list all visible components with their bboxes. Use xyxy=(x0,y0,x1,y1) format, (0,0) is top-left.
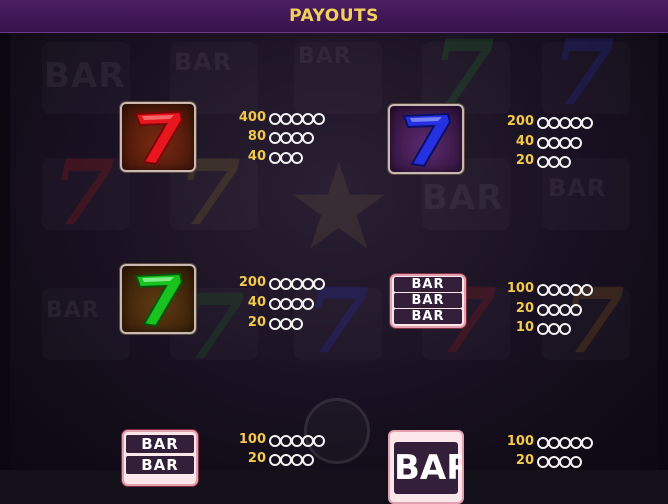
ghost-bar: BAR xyxy=(46,298,100,323)
payout-amount: 20 xyxy=(247,451,266,466)
payout-line: 400 xyxy=(236,107,325,127)
symbol-circle xyxy=(559,155,571,168)
payout-amount: 20 xyxy=(515,301,534,316)
payout-amount: 20 xyxy=(247,315,266,330)
bar-label: BAR xyxy=(126,456,194,474)
symbol-circle xyxy=(581,283,593,296)
payout-amount: 200 xyxy=(238,275,266,290)
payout-line: 40 xyxy=(504,131,582,151)
page-title: PAYOUTS xyxy=(289,6,379,26)
payout-line: 100 xyxy=(504,431,593,451)
bar-label: BAR xyxy=(394,277,462,292)
triple-bar-icon: BAR BAR BAR xyxy=(390,274,466,328)
red-seven-icon xyxy=(120,102,196,172)
double-bar-icon: BAR BAR xyxy=(122,430,198,486)
payout-line: 100 xyxy=(504,278,593,298)
bar-label: BAR xyxy=(126,435,194,453)
symbol-count-4 xyxy=(269,127,314,146)
ghost-seven: 7 xyxy=(52,140,115,246)
bar-label: BAR xyxy=(394,309,462,324)
symbol-count-3 xyxy=(269,147,303,166)
payout-amount: 40 xyxy=(247,295,266,310)
symbol-circle xyxy=(570,455,582,468)
payout-screen: BAR BAR BAR BAR BAR BAR 7 7 7 7 7 7 7 7 … xyxy=(0,0,668,504)
symbol-count-3 xyxy=(537,151,571,170)
symbol-count-5 xyxy=(269,273,325,292)
symbol-count-5 xyxy=(537,279,593,298)
single-bar-icon: BAR xyxy=(388,430,464,504)
frame-right xyxy=(658,30,668,470)
payout-line: 200 xyxy=(504,111,593,131)
payout-line: 20 xyxy=(236,448,314,468)
ghost-bar: BAR xyxy=(298,44,352,69)
symbol-count-4 xyxy=(537,132,582,151)
ghost-bar: BAR xyxy=(548,174,607,202)
symbol-circle xyxy=(302,297,314,310)
symbol-count-4 xyxy=(269,449,314,468)
symbol-count-3 xyxy=(537,318,571,337)
symbol-circle xyxy=(570,303,582,316)
ghost-seven: 7 xyxy=(552,20,615,126)
symbol-circle xyxy=(313,112,325,125)
green-seven-icon xyxy=(120,264,196,334)
bar-label: BAR xyxy=(394,293,462,308)
symbol-circle xyxy=(302,131,314,144)
bar-label: BAR xyxy=(394,442,462,494)
symbol-circle xyxy=(291,151,303,164)
payout-amount: 100 xyxy=(506,281,534,296)
payout-amount: 20 xyxy=(515,153,534,168)
symbol-circle xyxy=(581,116,593,129)
symbol-circle xyxy=(570,136,582,149)
payout-line: 20 xyxy=(504,450,582,470)
ghost-bar: BAR xyxy=(174,48,233,76)
payout-line: 200 xyxy=(236,272,325,292)
symbol-count-4 xyxy=(269,293,314,312)
payout-amount: 100 xyxy=(506,434,534,449)
payout-line: 40 xyxy=(236,292,314,312)
payout-amount: 40 xyxy=(515,134,534,149)
ghost-bar: BAR xyxy=(422,178,504,218)
payouts-header: PAYOUTS xyxy=(0,0,668,33)
symbol-circle xyxy=(302,453,314,466)
symbol-circle xyxy=(291,317,303,330)
payout-amount: 400 xyxy=(238,110,266,125)
blue-seven-icon xyxy=(388,104,464,174)
payout-amount: 40 xyxy=(247,149,266,164)
symbol-circle xyxy=(581,436,593,449)
payout-line: 20 xyxy=(504,150,571,170)
payout-amount: 20 xyxy=(515,453,534,468)
payout-amount: 100 xyxy=(238,432,266,447)
payout-line: 20 xyxy=(504,298,582,318)
payout-amount: 10 xyxy=(515,320,534,335)
payout-amount: 80 xyxy=(247,129,266,144)
payout-line: 20 xyxy=(236,312,303,332)
payout-line: 10 xyxy=(504,317,571,337)
symbol-circle xyxy=(313,434,325,447)
symbol-count-4 xyxy=(537,299,582,318)
payout-amount: 200 xyxy=(506,114,534,129)
symbol-count-5 xyxy=(537,112,593,131)
payout-line: 100 xyxy=(236,429,325,449)
frame-left xyxy=(0,30,10,470)
ghost-bar: BAR xyxy=(44,56,126,96)
payout-line: 80 xyxy=(236,126,314,146)
star-icon: ★ xyxy=(285,138,393,277)
symbol-count-4 xyxy=(537,451,582,470)
symbol-count-5 xyxy=(269,430,325,449)
payout-line: 40 xyxy=(236,146,303,166)
symbol-count-3 xyxy=(269,313,303,332)
symbol-count-5 xyxy=(537,432,593,451)
symbol-count-5 xyxy=(269,108,325,127)
symbol-circle xyxy=(559,322,571,335)
symbol-circle xyxy=(313,277,325,290)
